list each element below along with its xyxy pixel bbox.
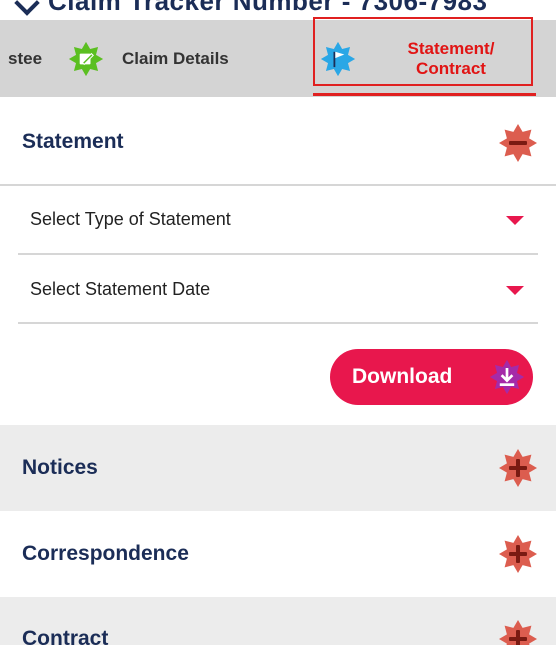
statement-date-select[interactable]: Select Statement Date (18, 256, 538, 324)
statement-type-select[interactable]: Select Type of Statement (18, 186, 538, 254)
tab-statement-contract[interactable]: Statement/ Contract (312, 20, 534, 97)
back-chevron-icon[interactable] (14, 0, 40, 16)
contract-section-title: Contract (22, 627, 109, 645)
statement-date-select-label: Select Statement Date (30, 279, 211, 299)
notices-section-header[interactable]: Notices (0, 425, 556, 511)
top-header: Claim Tracker Number - 7306-7983 (0, 0, 556, 20)
statement-section-title: Statement (22, 130, 124, 153)
edit-icon (68, 41, 104, 76)
statement-type-select-label: Select Type of Statement (30, 209, 231, 229)
tab-claim-details-label: Claim Details (122, 48, 229, 68)
flag-icon (320, 41, 356, 76)
divider (18, 253, 538, 255)
tab-claim-details[interactable]: Claim Details (68, 20, 298, 97)
app-screen: Claim Tracker Number - 7306-7983 stee Cl… (0, 0, 556, 645)
divider (18, 322, 538, 324)
download-icon (489, 359, 525, 395)
notices-section-title: Notices (22, 456, 98, 479)
collapse-minus-icon[interactable] (498, 123, 538, 163)
statement-section-header[interactable]: Statement (0, 102, 556, 184)
download-button[interactable]: Download (330, 349, 533, 405)
tab-bar: stee Claim Details Statement/ Contract (0, 20, 556, 97)
tab-statement-contract-label: Statement/ Contract (386, 39, 516, 79)
correspondence-section-header[interactable]: Correspondence (0, 513, 556, 595)
expand-plus-icon[interactable] (498, 619, 538, 645)
expand-plus-icon[interactable] (498, 448, 538, 488)
expand-plus-icon[interactable] (498, 534, 538, 574)
active-tab-underline (313, 93, 536, 96)
dropdown-caret-icon (506, 216, 524, 225)
download-button-label: Download (352, 365, 453, 388)
tab-trustee[interactable]: stee (0, 20, 60, 97)
tab-statement-label-line2: Contract (416, 58, 486, 78)
tab-trustee-label: stee (8, 48, 43, 68)
correspondence-section-title: Correspondence (22, 542, 189, 565)
contract-section-header[interactable]: Contract (0, 597, 556, 645)
dropdown-caret-icon (506, 286, 524, 295)
page-title: Claim Tracker Number - 7306-7983 (48, 0, 488, 16)
tab-statement-label-line1: Statement/ (407, 38, 495, 58)
